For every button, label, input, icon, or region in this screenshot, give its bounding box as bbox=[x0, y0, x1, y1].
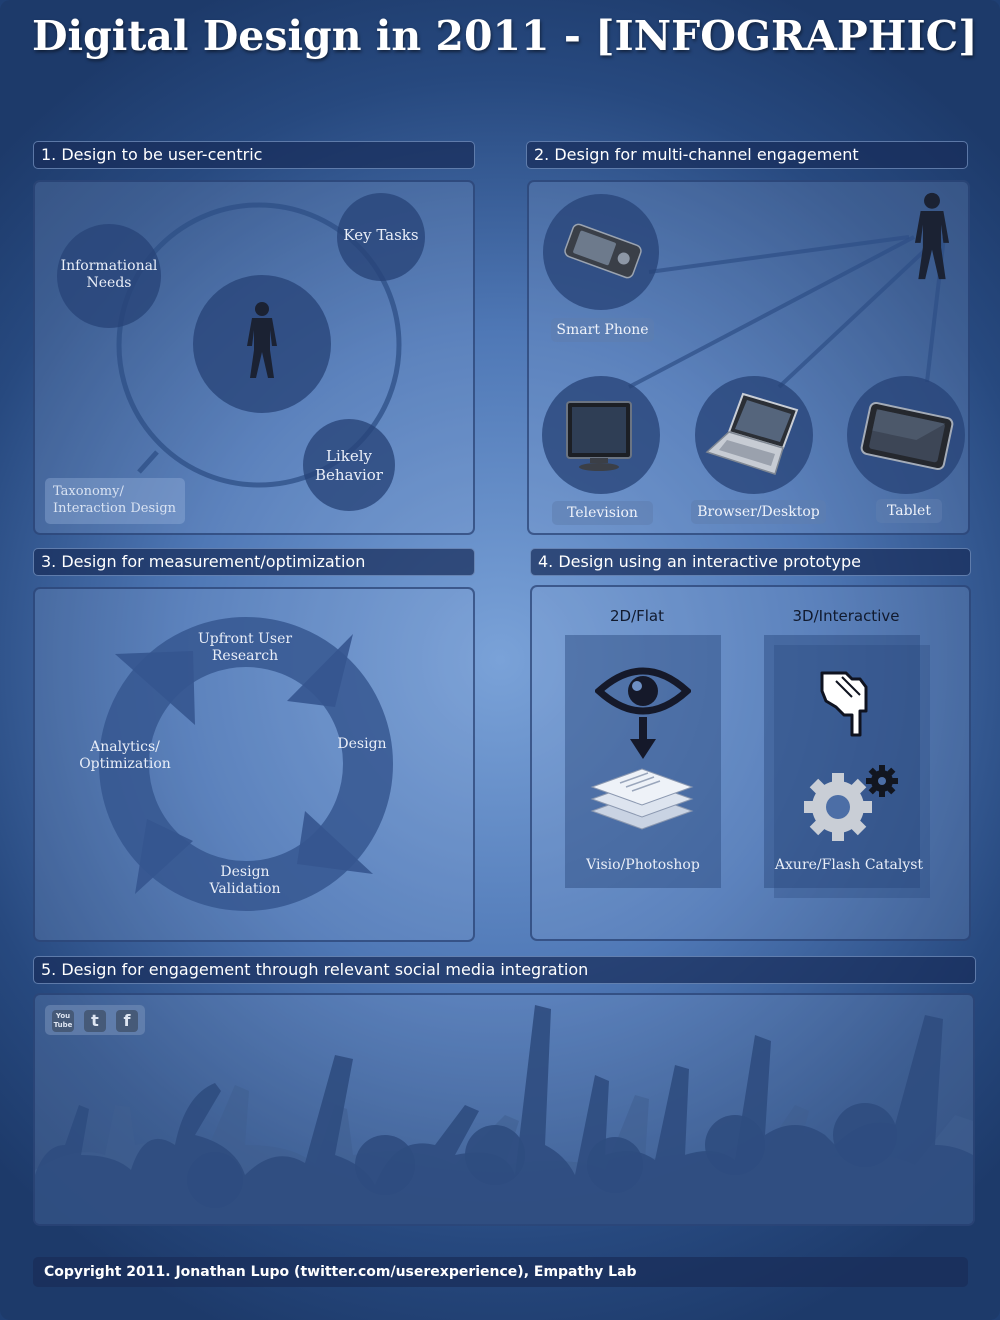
analytics-optimization-label: Analytics/ Optimization bbox=[79, 739, 171, 772]
col-2d-label: 2D/Flat bbox=[609, 607, 665, 625]
taxonomy-label: Taxonomy/ Interaction Design bbox=[53, 484, 177, 516]
section-2-header: 2. Design for multi-channel engagement bbox=[526, 141, 968, 169]
television-icon bbox=[566, 401, 632, 471]
pointer-hand-icon bbox=[820, 671, 868, 737]
smart-phone-label: Smart Phone bbox=[551, 318, 654, 342]
likely-behavior-label: Likely Behavior bbox=[315, 447, 383, 484]
section-1-header: 1. Design to be user-centric bbox=[33, 141, 475, 169]
twitter-icon[interactable]: t bbox=[84, 1010, 106, 1032]
col-3d-label: 3D/Interactive bbox=[792, 607, 900, 625]
arrow-down-icon bbox=[630, 717, 656, 759]
tool-2d-label: Visio/Photoshop bbox=[586, 857, 700, 873]
section-5-panel: You Tube t f bbox=[33, 993, 975, 1226]
design-label: Design bbox=[337, 736, 387, 752]
section-4-panel: 2D/Flat 3D/Interactive Visio/Photoshop A… bbox=[530, 585, 971, 941]
section-4-header: 4. Design using an interactive prototype bbox=[530, 548, 971, 576]
television-label: Television bbox=[552, 501, 653, 525]
gear-icon bbox=[804, 765, 898, 841]
youtube-icon[interactable]: You Tube bbox=[52, 1010, 74, 1032]
section-5-header: 5. Design for engagement through relevan… bbox=[33, 956, 976, 984]
tablet-label: Tablet bbox=[876, 499, 942, 523]
design-validation-label: Design Validation bbox=[209, 864, 281, 897]
tablet-icon bbox=[860, 401, 954, 471]
section-2-panel: Smart Phone Television Browser/Desktop T… bbox=[527, 180, 970, 535]
copyright-footer: Copyright 2011. Jonathan Lupo (twitter.c… bbox=[33, 1257, 968, 1287]
facebook-icon[interactable]: f bbox=[116, 1010, 138, 1032]
informational-needs-label: Informational Needs bbox=[60, 258, 158, 291]
tool-3d-label: Axure/Flash Catalyst bbox=[774, 857, 924, 873]
upfront-research-label: Upfront User Research bbox=[197, 631, 293, 664]
person-icon bbox=[914, 192, 950, 280]
infographic-page: Digital Design in 2011 - [INFOGRAPHIC] 1… bbox=[0, 0, 1000, 1320]
crowd-silhouette bbox=[35, 1005, 973, 1224]
browser-desktop-label: Browser/Desktop bbox=[691, 500, 826, 524]
eye-icon bbox=[595, 667, 691, 715]
documents-icon bbox=[590, 768, 694, 830]
smartphone-icon bbox=[564, 223, 642, 279]
person-icon bbox=[247, 302, 277, 378]
page-title: Digital Design in 2011 - [INFOGRAPHIC] bbox=[32, 12, 978, 60]
section-1-panel: Informational Needs Key Tasks Likely Beh… bbox=[33, 180, 475, 535]
section-3-header: 3. Design for measurement/optimization bbox=[33, 548, 475, 576]
section-3-panel: Upfront User Research Design Design Vali… bbox=[33, 587, 475, 942]
key-tasks-label: Key Tasks bbox=[343, 226, 419, 244]
laptop-icon bbox=[705, 392, 799, 475]
